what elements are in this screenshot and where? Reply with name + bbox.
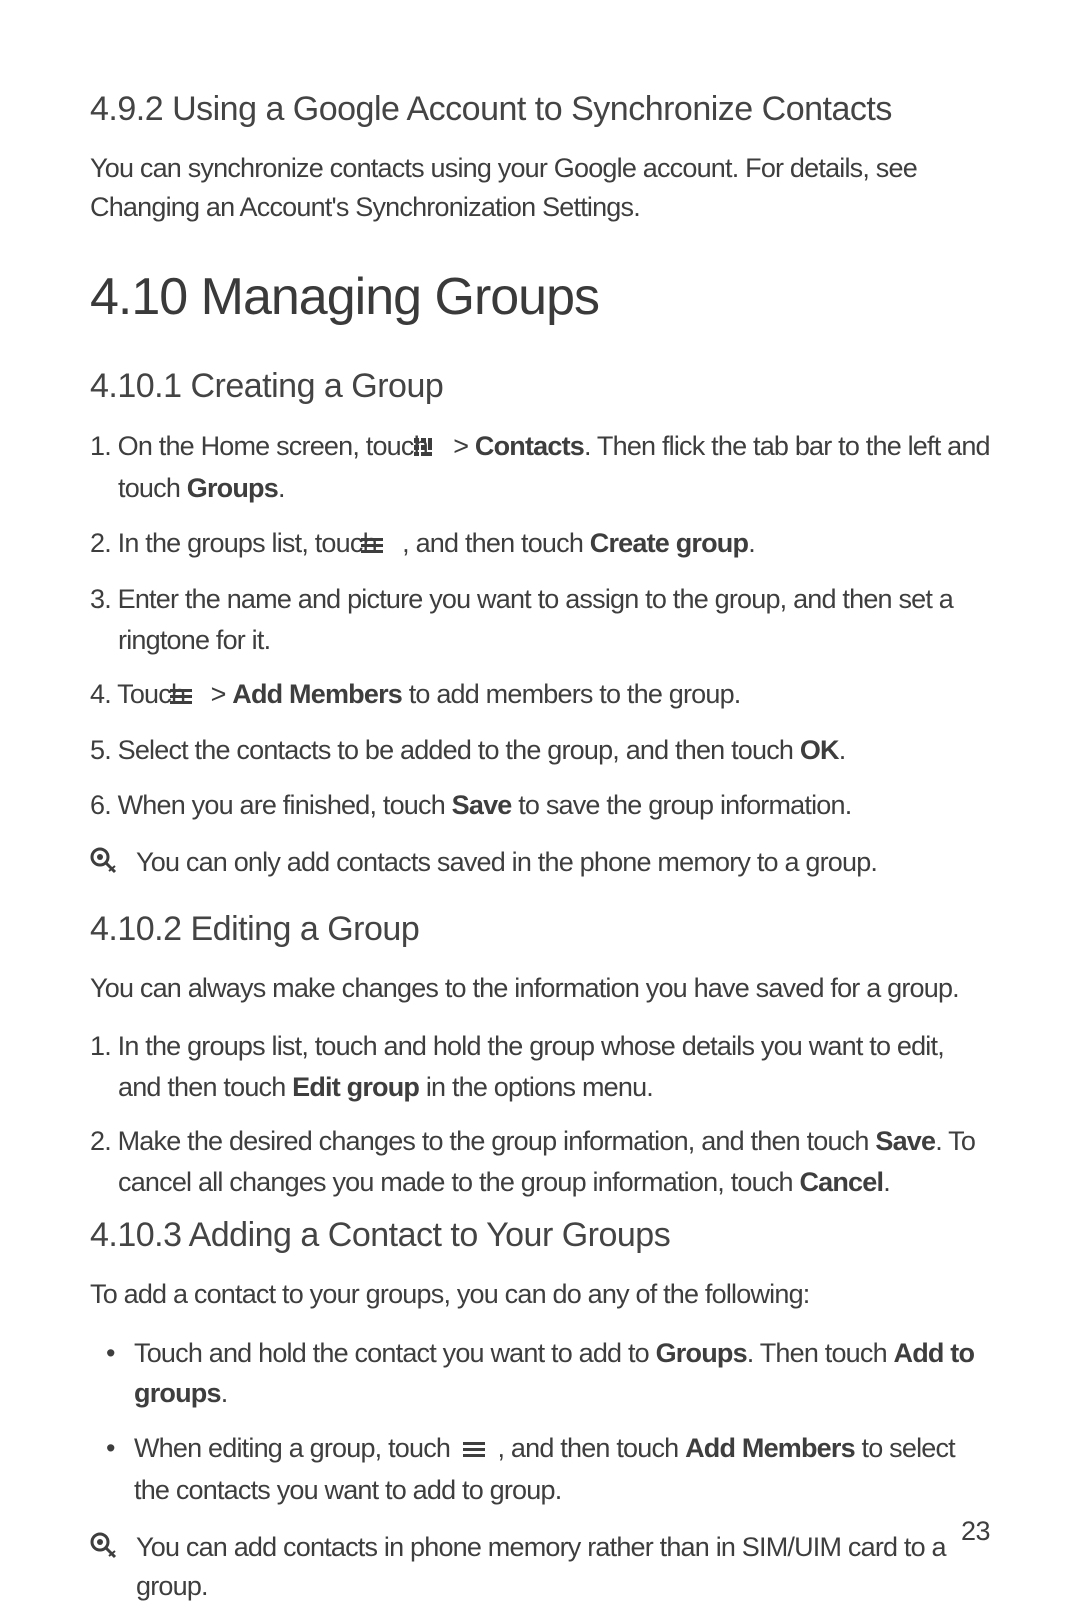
bullet-2: When editing a group, touch , and then t… bbox=[90, 1428, 990, 1511]
text: 2. Make the desired changes to the group… bbox=[90, 1126, 875, 1156]
section-4-10-1: 4.10.1 Creating a Group 1. On the Home s… bbox=[90, 367, 990, 882]
note-text: You can only add contacts saved in the p… bbox=[136, 843, 877, 882]
text: 2. In the groups list, touch bbox=[90, 528, 383, 558]
step-5: 5. Select the contacts to be added to th… bbox=[90, 730, 990, 771]
step-3: 3. Enter the name and picture you want t… bbox=[90, 579, 990, 660]
bold-cancel: Cancel bbox=[799, 1167, 883, 1197]
heading-4-9-2: 4.9.2 Using a Google Account to Synchron… bbox=[90, 90, 990, 129]
steps-4-10-2: 1. In the groups list, touch and hold th… bbox=[90, 1026, 990, 1202]
bullets-4-10-3: Touch and hold the contact you want to a… bbox=[90, 1333, 990, 1511]
para-intro: You can always make changes to the infor… bbox=[90, 969, 990, 1008]
bold-create-group: Create group bbox=[590, 528, 748, 558]
text: > bbox=[447, 431, 475, 461]
note-icon bbox=[90, 1532, 118, 1560]
step-1: 1. On the Home screen, touch > Contacts.… bbox=[90, 426, 990, 509]
step-2: 2. In the groups list, touch , and then … bbox=[90, 523, 990, 565]
note-4-10-1: You can only add contacts saved in the p… bbox=[90, 843, 990, 882]
heading-4-10-1: 4.10.1 Creating a Group bbox=[90, 367, 990, 406]
text: to add members to the group. bbox=[402, 679, 741, 709]
note-icon bbox=[90, 847, 118, 875]
bold-ok: OK bbox=[800, 735, 839, 765]
step-1: 1. In the groups list, touch and hold th… bbox=[90, 1026, 990, 1107]
text: . bbox=[748, 528, 755, 558]
bold-contacts: Contacts bbox=[475, 431, 584, 461]
text: . bbox=[278, 473, 285, 503]
section-4-10-3: 4.10.3 Adding a Contact to Your Groups T… bbox=[90, 1216, 990, 1606]
bold-groups: Groups bbox=[187, 473, 278, 503]
para-4-9-2: You can synchronize contacts using your … bbox=[90, 149, 990, 227]
menu-icon bbox=[463, 1429, 485, 1470]
heading-4-10-2: 4.10.2 Editing a Group bbox=[90, 910, 990, 949]
text: , and then touch bbox=[491, 1433, 685, 1463]
text: 6. When you are finished, touch bbox=[90, 790, 452, 820]
text: > bbox=[204, 679, 232, 709]
text: Touch and hold the contact you want to a… bbox=[134, 1338, 656, 1368]
heading-4-10-3: 4.10.3 Adding a Contact to Your Groups bbox=[90, 1216, 990, 1255]
para-intro: To add a contact to your groups, you can… bbox=[90, 1275, 990, 1314]
text: to save the group information. bbox=[512, 790, 852, 820]
bold-add-members: Add Members bbox=[232, 679, 402, 709]
bold-save: Save bbox=[875, 1126, 935, 1156]
bullet-1: Touch and hold the contact you want to a… bbox=[90, 1333, 990, 1414]
step-6: 6. When you are finished, touch Save to … bbox=[90, 785, 990, 826]
bold-add-members: Add Members bbox=[685, 1433, 855, 1463]
text: in the options menu. bbox=[419, 1072, 653, 1102]
steps-4-10-1: 1. On the Home screen, touch > Contacts.… bbox=[90, 426, 990, 825]
text: . Then touch bbox=[747, 1338, 894, 1368]
bold-save: Save bbox=[452, 790, 512, 820]
page-number: 23 bbox=[961, 1516, 990, 1547]
text: When editing a group, touch bbox=[134, 1433, 457, 1463]
note-4-10-3: You can add contacts in phone memory rat… bbox=[90, 1528, 990, 1606]
bold-groups: Groups bbox=[656, 1338, 747, 1368]
text: 5. Select the contacts to be added to th… bbox=[90, 735, 800, 765]
section-4-10-2: 4.10.2 Editing a Group You can always ma… bbox=[90, 910, 990, 1202]
note-text: You can add contacts in phone memory rat… bbox=[136, 1528, 990, 1606]
step-4: 4. Touch > Add Members to add members to… bbox=[90, 674, 990, 716]
section-4-9-2: 4.9.2 Using a Google Account to Synchron… bbox=[90, 90, 990, 227]
heading-4-10: 4.10 Managing Groups bbox=[90, 267, 990, 327]
text: , and then touch bbox=[395, 528, 589, 558]
text: . bbox=[221, 1378, 228, 1408]
text: . bbox=[883, 1167, 890, 1197]
text: . bbox=[839, 735, 846, 765]
bold-edit-group: Edit group bbox=[292, 1072, 419, 1102]
step-2: 2. Make the desired changes to the group… bbox=[90, 1121, 990, 1202]
text: 1. On the Home screen, touch bbox=[90, 431, 435, 461]
